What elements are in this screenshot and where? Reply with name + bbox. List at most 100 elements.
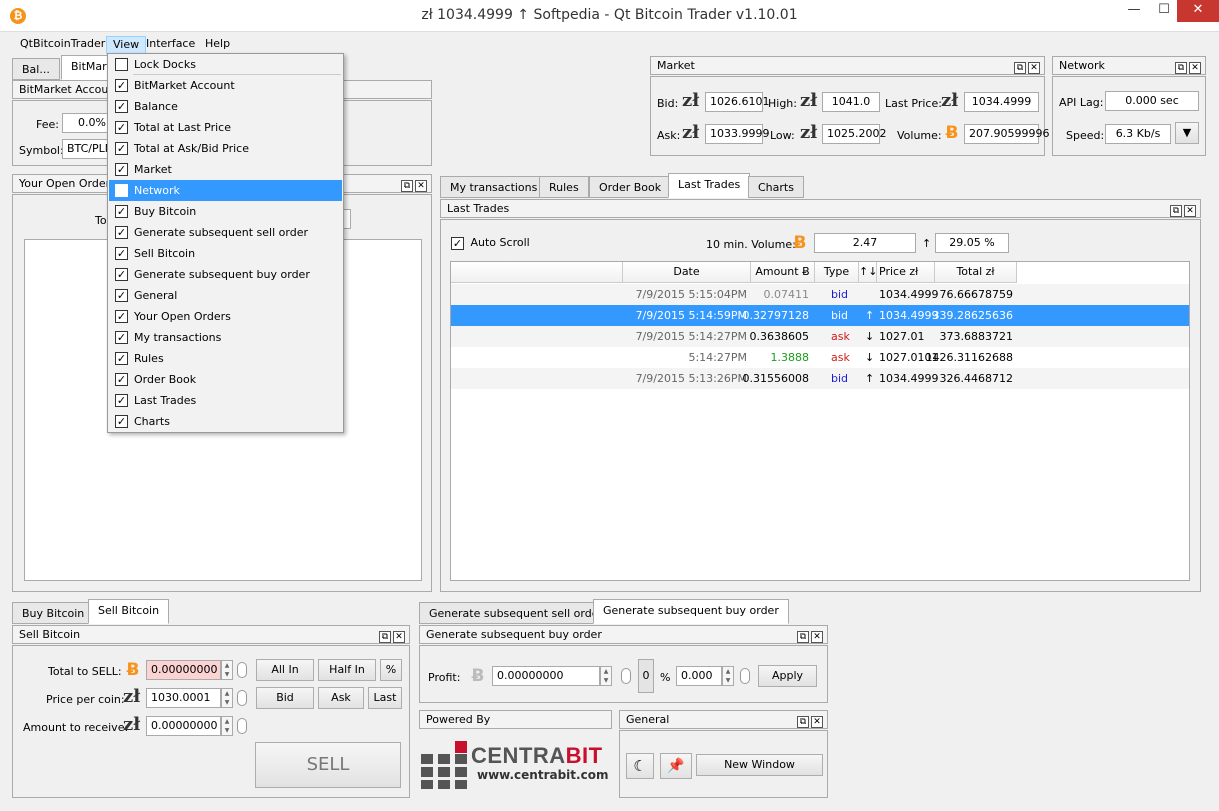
centrabit-logo[interactable]: CENTRABIT www.centrabit.com xyxy=(419,731,612,799)
symbol-label: Symbol: xyxy=(19,144,64,157)
menu-help[interactable]: Help xyxy=(199,36,236,54)
column-type[interactable]: Type xyxy=(815,262,859,283)
view-menu-item[interactable]: ✓ Your Open Orders xyxy=(109,306,342,327)
pin-icon[interactable]: 📌 xyxy=(660,753,692,779)
view-menu-item[interactable]: ✓ Balance xyxy=(109,96,342,117)
table-row[interactable]: 7/9/2015 5:15:04PM 0.07411 bid 1034.4999 76.… xyxy=(451,284,1189,305)
view-menu-item[interactable]: ✓ Sell Bitcoin xyxy=(109,243,342,264)
profit-input[interactable]: 0.00000000 xyxy=(492,666,600,686)
menu-interface[interactable]: Interface xyxy=(140,36,201,54)
tab-buy-bitcoin[interactable]: Buy Bitcoin xyxy=(12,602,95,624)
centrabit-url[interactable]: www.centrabit.com xyxy=(477,768,608,782)
last-trades-table[interactable]: Date Amount Ƀ Type ↑↓ Price zł Total zł … xyxy=(450,261,1190,581)
view-menu-item[interactable]: ✓ Buy Bitcoin xyxy=(109,201,342,222)
restore-icon[interactable]: ⧉ xyxy=(1014,62,1026,74)
column-direction[interactable]: ↑↓ xyxy=(859,262,877,283)
column-price[interactable]: Price zł xyxy=(877,262,935,283)
view-menu-item[interactable]: ✓ Total at Last Price xyxy=(109,117,342,138)
view-menu-item[interactable]: ✓ Charts xyxy=(109,411,342,432)
zero-slider[interactable]: 0 xyxy=(638,659,654,693)
percent-input[interactable]: 0.000 xyxy=(676,666,722,686)
view-menu-item[interactable]: ✓ Total at Ask/Bid Price xyxy=(109,138,342,159)
tab-order-book[interactable]: Order Book xyxy=(589,176,672,198)
tab-generate-sell-order[interactable]: Generate subsequent sell order xyxy=(419,602,613,624)
cell-date: 7/9/2015 5:14:59PM xyxy=(635,309,747,322)
view-menu-dropdown: Lock Docks ✓ BitMarket Account ✓ Balance ✓ Tot… xyxy=(107,53,344,433)
sell-button[interactable]: SELL xyxy=(255,742,401,788)
view-menu-item[interactable]: ✓ Rules xyxy=(109,348,342,369)
table-row[interactable]: 7/9/2015 5:13:26PM 0.31556008 bid ↑ 1034.499… xyxy=(451,368,1189,389)
column-total[interactable]: Total zł xyxy=(935,262,1017,283)
close-icon[interactable]: ✕ xyxy=(811,716,823,728)
ask-label: Ask: xyxy=(657,129,681,142)
restore-icon[interactable]: ⧉ xyxy=(797,631,809,643)
ask-button[interactable]: Ask xyxy=(318,687,364,709)
moon-icon[interactable]: ☾ xyxy=(626,753,654,779)
view-menu-item[interactable]: Lock Docks xyxy=(109,54,342,75)
last-price-label: Last Price: xyxy=(885,97,942,110)
close-icon[interactable]: ✕ xyxy=(415,180,427,192)
close-icon[interactable]: ✕ xyxy=(393,631,405,643)
chevron-down-icon[interactable]: ▼ xyxy=(1175,122,1199,144)
spinner-icon[interactable]: ▲ ▼ xyxy=(600,666,612,686)
maximize-button[interactable]: ☐ xyxy=(1151,0,1177,22)
cell-total: 76.66678759 xyxy=(939,288,1013,301)
view-menu-item[interactable]: ✓ Last Trades xyxy=(109,390,342,411)
tab-last-trades[interactable]: Last Trades xyxy=(668,173,751,198)
restore-icon[interactable]: ⧉ xyxy=(401,180,413,192)
tab-my-transactions[interactable]: My transactions xyxy=(440,176,548,198)
view-menu-item[interactable]: ✓ Market xyxy=(109,159,342,180)
view-menu-item[interactable]: ✓ Order Book xyxy=(109,369,342,390)
restore-icon[interactable]: ⧉ xyxy=(1170,205,1182,217)
table-row[interactable]: 5:14:27PM 1.3888 ask ↓ 1027.0101 1426.3116268… xyxy=(451,347,1189,368)
view-menu-item[interactable]: ✓ Generate subsequent buy order xyxy=(109,264,342,285)
tab-charts[interactable]: Charts xyxy=(748,176,804,198)
spinner-icon[interactable]: ▲ ▼ xyxy=(722,666,734,686)
restore-icon[interactable]: ⧉ xyxy=(379,631,391,643)
cell-date: 5:14:27PM xyxy=(688,351,747,364)
general-title: General xyxy=(626,713,670,726)
close-icon[interactable]: ✕ xyxy=(1184,205,1196,217)
close-button[interactable]: ✕ xyxy=(1177,0,1219,22)
column-amount[interactable]: Amount Ƀ xyxy=(751,262,815,283)
auto-scroll-checkbox[interactable]: ✓ Auto Scroll xyxy=(451,236,530,250)
price-per-coin-input[interactable]: 1030.0001 xyxy=(146,688,221,708)
apply-button[interactable]: Apply xyxy=(758,665,817,687)
table-row[interactable]: 7/9/2015 5:14:27PM 0.3638605 ask ↓ 1027.01 37… xyxy=(451,326,1189,347)
tab-rules[interactable]: Rules xyxy=(539,176,589,198)
tab-generate-buy-order[interactable]: Generate subsequent buy order xyxy=(593,599,789,624)
view-menu-item[interactable]: ✓ Network xyxy=(109,180,342,201)
all-in-button[interactable]: All In xyxy=(256,659,314,681)
total-to-sell-input[interactable]: 0.00000000 xyxy=(146,660,221,680)
minimize-button[interactable]: — xyxy=(1117,0,1151,22)
view-menu-item[interactable]: ✓ General xyxy=(109,285,342,306)
column-date[interactable]: Date xyxy=(623,262,751,283)
view-menu-item[interactable]: ✓ BitMarket Account xyxy=(109,75,342,96)
spinner-icon[interactable]: ▲ ▼ xyxy=(221,716,233,736)
close-icon[interactable]: ✕ xyxy=(1189,62,1201,74)
spinner-icon[interactable]: ▲ ▼ xyxy=(221,688,233,708)
new-window-button[interactable]: New Window xyxy=(696,754,823,776)
last-price-field: 1034.4999 xyxy=(964,92,1039,112)
volume-field: 207.90599996 xyxy=(964,124,1049,144)
close-icon[interactable]: ✕ xyxy=(811,631,823,643)
percent-button[interactable]: % xyxy=(380,659,402,681)
bid-button[interactable]: Bid xyxy=(256,687,314,709)
half-in-button[interactable]: Half In xyxy=(318,659,376,681)
view-menu-item[interactable]: ✓ My transactions xyxy=(109,327,342,348)
amount-to-receive-label: Amount to receive: xyxy=(23,721,129,734)
menu-qtbitcointrader[interactable]: QtBitcoinTrader xyxy=(14,36,111,54)
tab-sell-bitcoin[interactable]: Sell Bitcoin xyxy=(88,599,170,624)
last-button[interactable]: Last xyxy=(368,687,402,709)
close-icon[interactable]: ✕ xyxy=(1028,62,1040,74)
amount-to-receive-input[interactable]: 0.00000000 xyxy=(146,716,221,736)
spinner-icon[interactable]: ▲ ▼ xyxy=(221,660,233,680)
cell-price: 1027.01 xyxy=(879,330,925,343)
restore-icon[interactable]: ⧉ xyxy=(797,716,809,728)
restore-icon[interactable]: ⧉ xyxy=(1175,62,1187,74)
bid-label: Bid: xyxy=(657,97,679,110)
view-menu-item[interactable]: ✓ Generate subsequent sell order xyxy=(109,222,342,243)
table-row[interactable]: 7/9/2015 5:14:59PM 0.32797128 bid ↑ 1034.499… xyxy=(451,305,1189,326)
tab-balance[interactable]: Bal... xyxy=(12,58,60,80)
high-field: 1041.0 xyxy=(822,92,880,112)
